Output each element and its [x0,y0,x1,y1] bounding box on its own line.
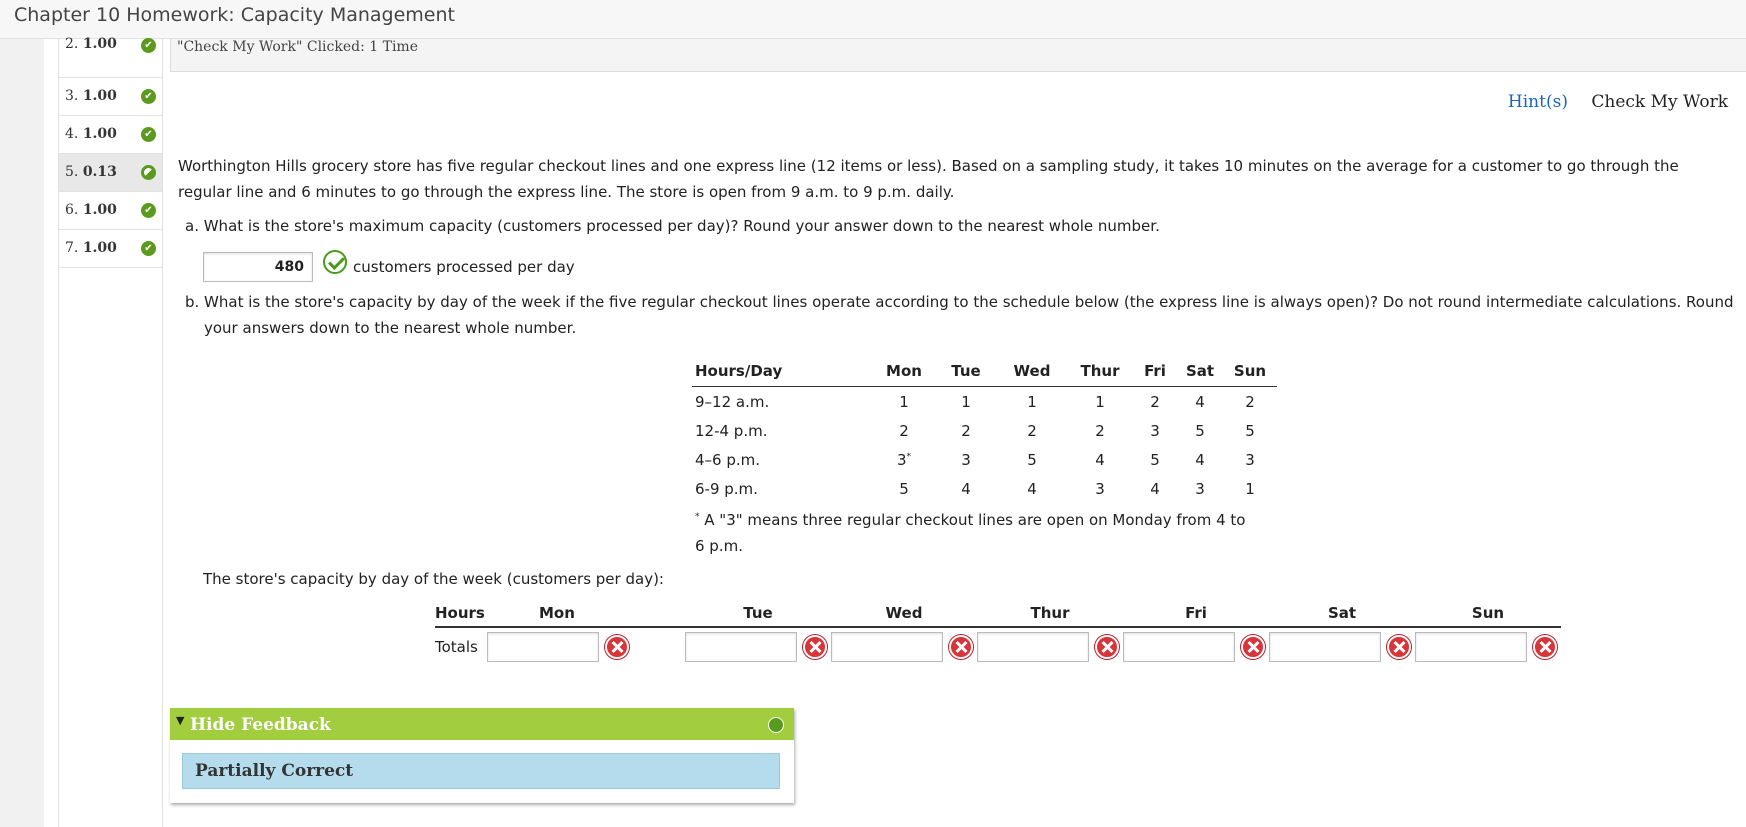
feedback-panel: ▼ Hide Feedback Partially Correct [170,708,794,803]
partial-credit-icon [768,717,784,733]
question-nav-item-3[interactable]: 3. 1.00 ✔ [59,78,162,116]
content-divider [162,39,163,827]
question-nav: 2. 1.00 ✔ 3. 1.00 ✔ 4. 1.00 ✔ 5. 0.13 6.… [59,36,162,268]
incorrect-x-icon [1387,635,1411,659]
question-score: 1.00 [82,88,117,104]
part-a-question: a. What is the store's maximum capacity … [185,217,1160,235]
question-nav-item-5[interactable]: 5. 0.13 [59,154,162,192]
part-a-unit: customers processed per day [353,258,575,276]
partial-credit-icon [141,165,156,180]
incorrect-x-icon [949,635,973,659]
checkout-schedule-table: Hours/Day Mon Tue Wed Thur Fri Sat Sun 9… [692,358,1277,503]
check-my-work-counter: "Check My Work" Clicked: 1 Time [170,39,1746,72]
column-header: Sun [1415,600,1561,628]
hide-feedback-toggle[interactable]: ▼ Hide Feedback [170,708,794,740]
table-row: Totals [435,627,1561,666]
capacity-answer-table: Hours Mon Tue Wed Thur Fri Sat Sun Total… [435,600,1561,666]
row-label: Totals [435,638,478,656]
column-header: Thur [1067,358,1133,387]
schedule-footnote: * A "3" means three regular checkout lin… [695,511,1246,555]
triangle-down-icon: ▼ [176,714,185,727]
title-bar: Chapter 10 Homework: Capacity Management [0,0,1746,39]
column-header: Thur [977,600,1123,628]
column-header: Wed [831,600,977,628]
incorrect-x-icon [1095,635,1119,659]
incorrect-x-icon [1533,635,1557,659]
question-nav-item-7[interactable]: 7. 1.00 ✔ [59,230,162,268]
page-title: Chapter 10 Homework: Capacity Management [14,4,455,26]
question-nav-item-2[interactable]: 2. 1.00 ✔ [59,36,162,78]
correct-check-icon: ✔ [141,203,156,218]
column-header: Sat [1177,358,1223,387]
correct-check-icon: ✔ [141,127,156,142]
question-score: 1.00 [82,240,117,256]
question-score: 1.00 [82,126,117,142]
column-header: Fri [1123,600,1269,628]
column-header: Fri [1133,358,1177,387]
table-row: 9–12 a.m. 1 1 1 1 2 4 2 [695,392,1255,411]
incorrect-x-icon [803,635,827,659]
table-row: 4–6 p.m. 3* 3 5 4 5 4 3 [695,450,1255,469]
incorrect-x-icon [605,635,629,659]
column-header: Hours [435,600,487,628]
capacity-label: The store's capacity by day of the week … [203,570,664,588]
correct-check-icon: ✔ [141,38,156,53]
left-gutter [0,39,44,827]
question-score: 1.00 [82,202,117,218]
column-header: Sat [1269,600,1415,628]
column-header: Tue [935,358,997,387]
question-nav-item-4[interactable]: 4. 1.00 ✔ [59,116,162,154]
column-header: Wed [997,358,1067,387]
question-actions: Hint(s) Check My Work [1508,92,1728,112]
correct-check-icon [323,250,347,274]
incorrect-x-icon [1241,635,1265,659]
column-header: Tue [685,600,831,628]
footnote-marker: * [906,451,912,462]
hints-link[interactable]: Hint(s) [1508,92,1568,112]
table-row: 12-4 p.m. 2 2 2 2 3 5 5 [695,421,1255,440]
column-header: Hours/Day [692,358,873,387]
correct-check-icon: ✔ [141,241,156,256]
part-a-answer-input[interactable]: 480 [203,252,313,282]
fri-capacity-input[interactable] [1123,632,1235,662]
column-header: Mon [487,600,685,628]
question-nav-item-6[interactable]: 6. 1.00 ✔ [59,192,162,230]
question-score: 0.13 [82,164,117,180]
mon-capacity-input[interactable] [487,632,599,662]
wed-capacity-input[interactable] [831,632,943,662]
table-header-row: Hours Mon Tue Wed Thur Fri Sat Sun [435,600,1561,628]
feedback-result: Partially Correct [182,753,780,789]
sat-capacity-input[interactable] [1269,632,1381,662]
part-b-question: b. What is the store's capacity by day o… [185,293,1734,337]
question-score: 1.00 [82,36,117,52]
sun-capacity-input[interactable] [1415,632,1527,662]
column-header: Sun [1223,358,1277,387]
correct-check-icon: ✔ [141,89,156,104]
problem-intro: Worthington Hills grocery store has five… [178,157,1679,201]
table-row: 6-9 p.m. 5 4 4 3 4 3 1 [695,479,1255,498]
tue-capacity-input[interactable] [685,632,797,662]
thur-capacity-input[interactable] [977,632,1089,662]
check-my-work-button[interactable]: Check My Work [1591,92,1728,112]
column-header: Mon [873,358,935,387]
table-header-row: Hours/Day Mon Tue Wed Thur Fri Sat Sun [692,358,1277,387]
